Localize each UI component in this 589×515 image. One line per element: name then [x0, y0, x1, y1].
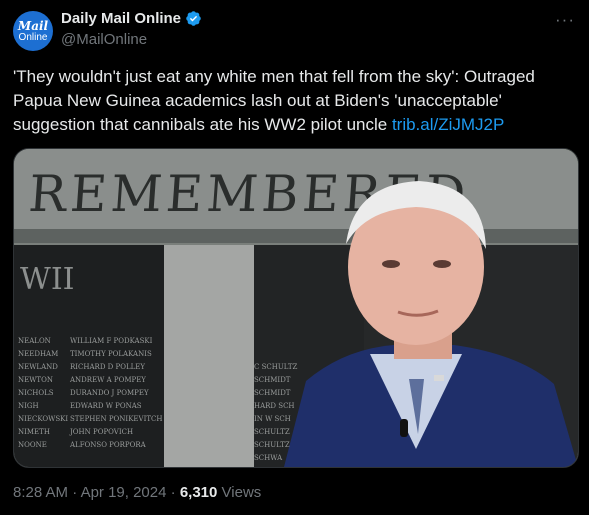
- handle[interactable]: @MailOnline: [61, 31, 147, 48]
- engraved-name: EDWARD W PONAS: [70, 402, 142, 410]
- engraved-name: RICHARD D POLLEY: [70, 363, 145, 371]
- engraved-name: C SCHULTZ: [254, 363, 297, 371]
- engraved-name: NEWLAND: [18, 363, 58, 371]
- engraved-name: NIGH: [18, 402, 39, 410]
- panel-heading: WII: [20, 262, 75, 297]
- tweet-link[interactable]: trib.al/ZiJMJ2P: [392, 115, 504, 134]
- engraved-name: SCHMIDT: [254, 389, 291, 397]
- verified-badge-icon: [186, 11, 201, 26]
- engraved-name: JOHN POPOVICH: [69, 428, 133, 436]
- engraved-name: DURANDO J POMPEY: [70, 389, 149, 397]
- tweet-text: 'They wouldn't just eat any white men th…: [13, 65, 573, 137]
- engraved-name: IN W SCH: [254, 415, 291, 423]
- display-name[interactable]: Daily Mail Online: [61, 10, 181, 27]
- engraved-name: NICHOLS: [18, 389, 54, 397]
- engraved-name: SCHWA: [254, 454, 283, 462]
- views-count: 6,310: [179, 484, 218, 501]
- author-name-row: Daily Mail Online: [61, 10, 202, 27]
- engraved-name: WILLIAM F PODKASKI: [70, 337, 153, 345]
- photo-illustration: REMEMBERED WII NEALONNEEDHAMNEWLANDNEWTO…: [14, 149, 578, 467]
- engraved-name: STEPHEN PONIKEVITCH: [70, 415, 162, 423]
- engraved-name: SCHULTZ: [254, 441, 290, 449]
- tweet-date[interactable]: Apr 19, 2024: [81, 484, 167, 501]
- engraved-name: NIMETH: [18, 428, 50, 436]
- engraved-name: NEALON: [18, 337, 51, 345]
- engraved-name: NEWTON: [18, 376, 53, 384]
- engraved-name: TIMOTHY POLAKANIS: [70, 350, 152, 358]
- engraved-name: NIECKOWSKI: [18, 415, 68, 423]
- engraved-name: HARD SCH: [254, 402, 295, 410]
- engraved-name: SCHMIDT: [254, 376, 291, 384]
- more-icon[interactable]: ···: [555, 10, 575, 30]
- engraved-name: NEEDHAM: [18, 350, 58, 358]
- engraved-name: ALFONSO PORPORA: [69, 441, 147, 449]
- avatar-line2: Online: [18, 31, 48, 43]
- engraved-name: NOONE: [18, 441, 47, 449]
- avatar-line1: Mail: [17, 18, 49, 33]
- tweet-photo[interactable]: REMEMBERED WII NEALON NEEDHAM NEWLAND NEWTO…: [13, 148, 579, 468]
- tweet-time[interactable]: 8:28 AM: [13, 484, 68, 501]
- views-label: Views: [221, 484, 262, 501]
- engraved-name: SCHULTZ: [254, 428, 290, 436]
- engraved-name: ANDREW A POMPEY: [69, 376, 146, 384]
- tweet: Mail Online Daily Mail Online @MailOnlin…: [0, 0, 589, 515]
- tweet-meta: 8:28 AM · Apr 19, 2024 · 6,310 Views: [13, 484, 262, 501]
- avatar[interactable]: Mail Online: [13, 11, 53, 51]
